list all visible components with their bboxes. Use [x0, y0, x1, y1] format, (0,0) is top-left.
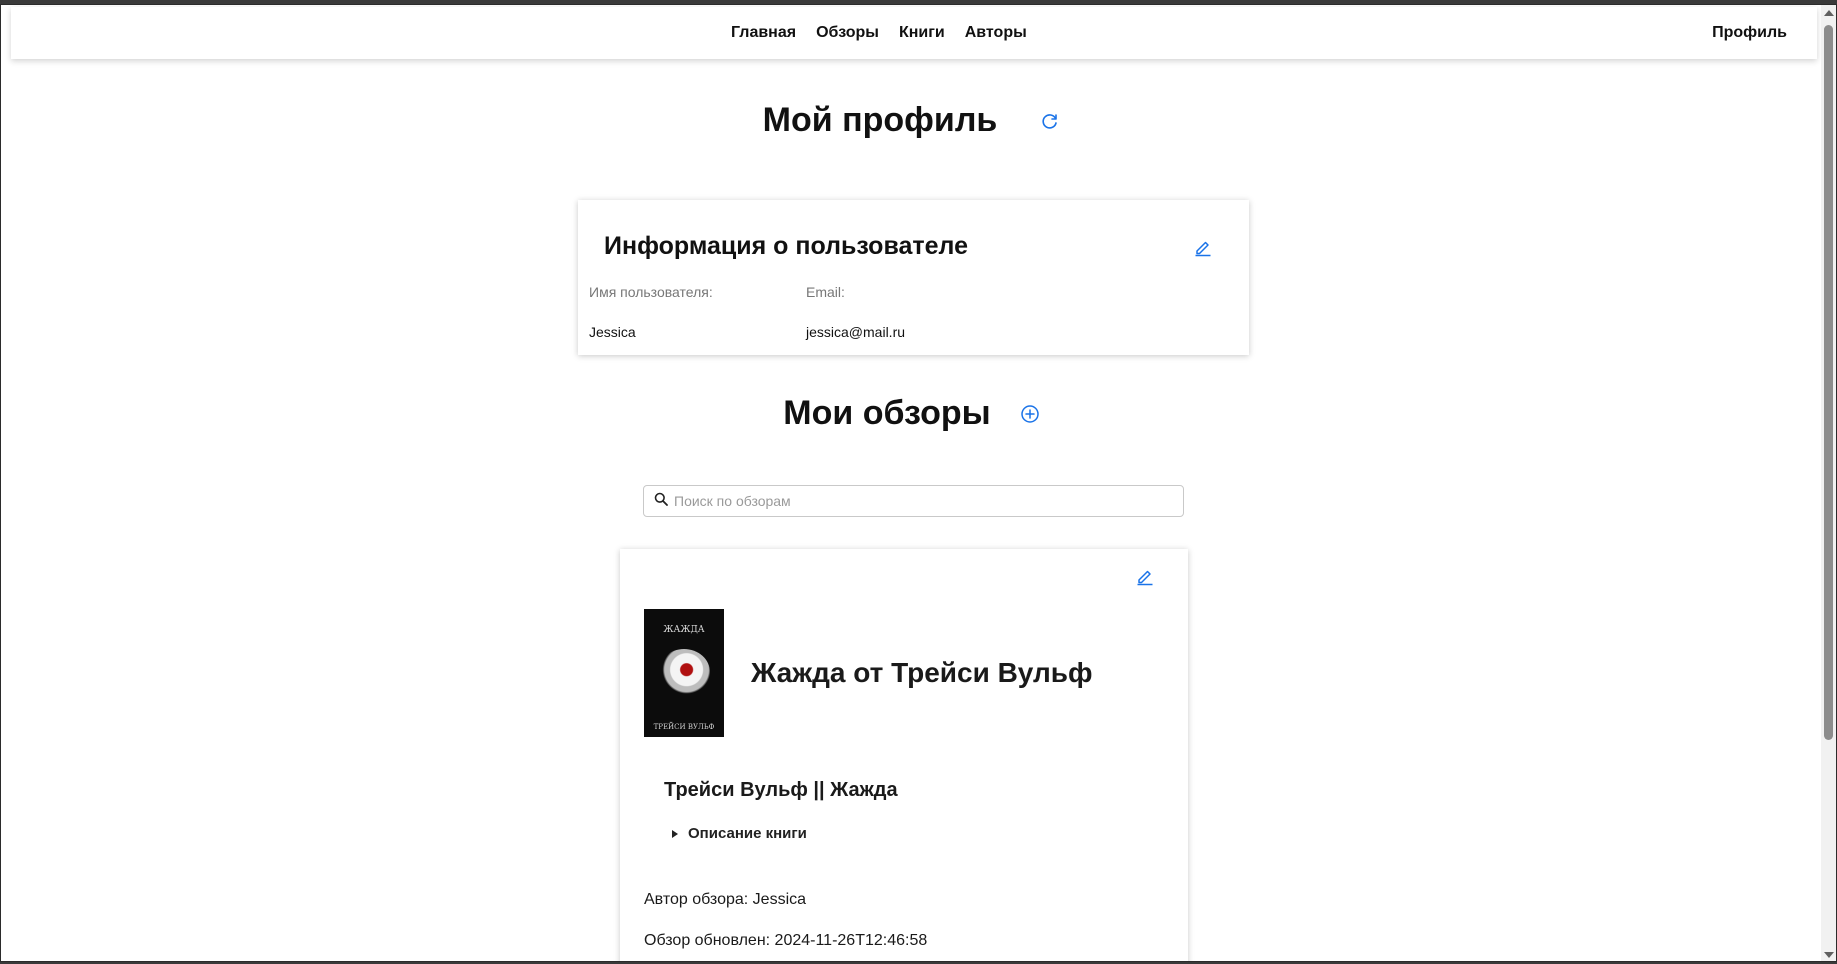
- edit-profile-icon[interactable]: [1192, 236, 1214, 258]
- review-card: ЖАЖДА ТРЕЙСИ ВУЛЬФ Жажда от Трейси Вульф…: [620, 549, 1188, 961]
- scroll-down-icon[interactable]: [1824, 952, 1834, 958]
- page-scrollbar[interactable]: [1821, 5, 1836, 961]
- page-title: Мой профиль: [762, 101, 998, 139]
- review-book-heading: Трейси Вульф || Жажда: [664, 779, 898, 801]
- book-description-toggle[interactable]: Описание книги: [672, 825, 807, 842]
- refresh-icon[interactable]: [1039, 110, 1061, 132]
- user-info-title: Информация о пользователе: [604, 232, 969, 260]
- search-icon: [654, 492, 668, 511]
- profile-heading-row: Мой профиль: [1, 101, 1823, 140]
- review-search[interactable]: [643, 485, 1184, 517]
- main-nav: Главная Обзоры Книги Авторы: [731, 7, 1027, 59]
- review-title: Жажда от Трейси Вульф: [751, 657, 1093, 688]
- nav-books[interactable]: Книги: [899, 24, 945, 42]
- book-cover-image: ЖАЖДА ТРЕЙСИ ВУЛЬФ: [644, 609, 724, 737]
- add-review-icon[interactable]: [1019, 403, 1041, 425]
- email-value: jessica@mail.ru: [806, 324, 906, 340]
- cover-title: ЖАЖДА: [663, 625, 705, 635]
- edit-review-icon[interactable]: [1134, 565, 1156, 587]
- scroll-thumb[interactable]: [1824, 25, 1833, 740]
- cover-flower-graphic: [658, 649, 710, 695]
- review-author: Автор обзора: Jessica: [644, 891, 807, 908]
- email-label: Email:: [806, 284, 845, 300]
- top-navbar: Главная Обзоры Книги Авторы Профиль: [11, 7, 1817, 59]
- cover-author: ТРЕЙСИ ВУЛЬФ: [653, 723, 715, 731]
- nav-home[interactable]: Главная: [731, 24, 796, 42]
- nav-profile[interactable]: Профиль: [1712, 7, 1787, 59]
- browser-window: Главная Обзоры Книги Авторы Профиль Мой …: [0, 4, 1837, 962]
- scroll-up-icon[interactable]: [1824, 10, 1834, 16]
- review-updated: Обзор обновлен: 2024-11-26T12:46:58: [644, 932, 928, 949]
- search-input[interactable]: [674, 493, 1154, 509]
- book-description-label: Описание книги: [688, 825, 807, 842]
- disclosure-triangle-icon: [672, 829, 678, 838]
- reviews-heading-row: Мои обзоры: [1, 394, 1823, 433]
- username-label: Имя пользователя:: [589, 284, 713, 300]
- user-info-card: Информация о пользователе Имя пользовате…: [578, 200, 1249, 355]
- nav-reviews[interactable]: Обзоры: [816, 24, 879, 42]
- username-value: Jessica: [589, 324, 636, 340]
- reviews-title: Мои обзоры: [783, 394, 991, 432]
- nav-authors[interactable]: Авторы: [965, 24, 1027, 42]
